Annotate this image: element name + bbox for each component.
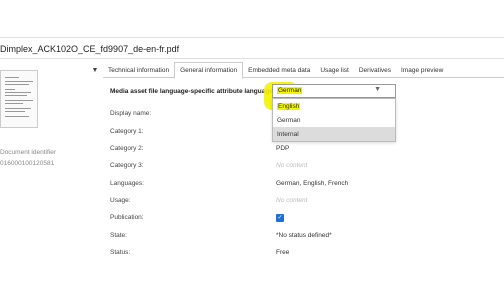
languages-row: Languages: — [110, 180, 144, 187]
app-top-bar — [0, 0, 504, 38]
languages-label: Languages: — [110, 180, 144, 187]
file-title: Dimplex_ACK102O_CE_fd9907_de-en-fr.pdf — [0, 44, 180, 54]
state-row: State: — [110, 232, 127, 239]
publication-label: Publication: — [110, 214, 144, 221]
tab-bar: Technical information General informatio… — [103, 62, 504, 79]
language-option-internal[interactable]: Internal — [273, 127, 395, 141]
category3-row: Category 3: — [110, 162, 144, 169]
tab-derivatives[interactable]: Derivatives — [354, 62, 396, 78]
tab-embedded-meta-data[interactable]: Embedded meta data — [243, 62, 315, 78]
tab-image-preview[interactable]: Image preview — [396, 62, 448, 78]
usage-label: Usage: — [110, 197, 131, 204]
display-name-row: Display name: — [110, 110, 151, 117]
category1-label: Category 1: — [110, 128, 144, 135]
language-select-value: German — [277, 87, 303, 94]
usage-row: Usage: — [110, 197, 131, 204]
checkmark-icon: ✓ — [277, 215, 283, 221]
display-name-label: Display name: — [110, 110, 152, 117]
triangle-down-icon[interactable]: ▼ — [374, 86, 381, 93]
publication-row: Publication: — [110, 214, 144, 221]
languages-value: German, English, French — [276, 180, 349, 187]
title-divider — [0, 58, 504, 59]
tab-usage-list[interactable]: Usage list — [315, 62, 354, 78]
document-identifier-label: Document identifier — [0, 149, 56, 156]
category1-row: Category 1: — [110, 128, 144, 135]
publication-checkbox[interactable]: ✓ — [276, 214, 284, 222]
language-option-english[interactable]: English — [273, 99, 395, 113]
document-identifier-value: 016000100120581 — [0, 160, 55, 167]
category2-row: Category 2: — [110, 145, 144, 152]
status-row: Status: — [110, 249, 130, 256]
language-dropdown-menu: English German Internal — [272, 98, 396, 142]
chevron-down-icon[interactable]: ▼ — [88, 63, 102, 77]
tab-general-information[interactable]: General information — [174, 62, 244, 79]
state-label: State: — [110, 232, 127, 239]
usage-value: No content — [276, 197, 308, 204]
category3-value: No content — [276, 162, 308, 169]
language-attribute-label: Media asset file language-specific attri… — [110, 88, 277, 95]
category2-value: PDP — [276, 145, 290, 152]
category3-label: Category 3: — [110, 162, 144, 169]
category2-label: Category 2: — [110, 145, 144, 152]
status-label: Status: — [110, 249, 131, 256]
status-value: Free — [276, 249, 290, 256]
language-option-german[interactable]: German — [273, 113, 395, 127]
tab-technical-information[interactable]: Technical information — [103, 62, 174, 78]
language-attribute-row: Media asset file language-specific attri… — [110, 88, 277, 95]
state-value: *No status defined* — [276, 232, 332, 239]
language-select[interactable]: German ▼ — [272, 84, 396, 98]
document-thumbnail[interactable] — [0, 70, 38, 128]
